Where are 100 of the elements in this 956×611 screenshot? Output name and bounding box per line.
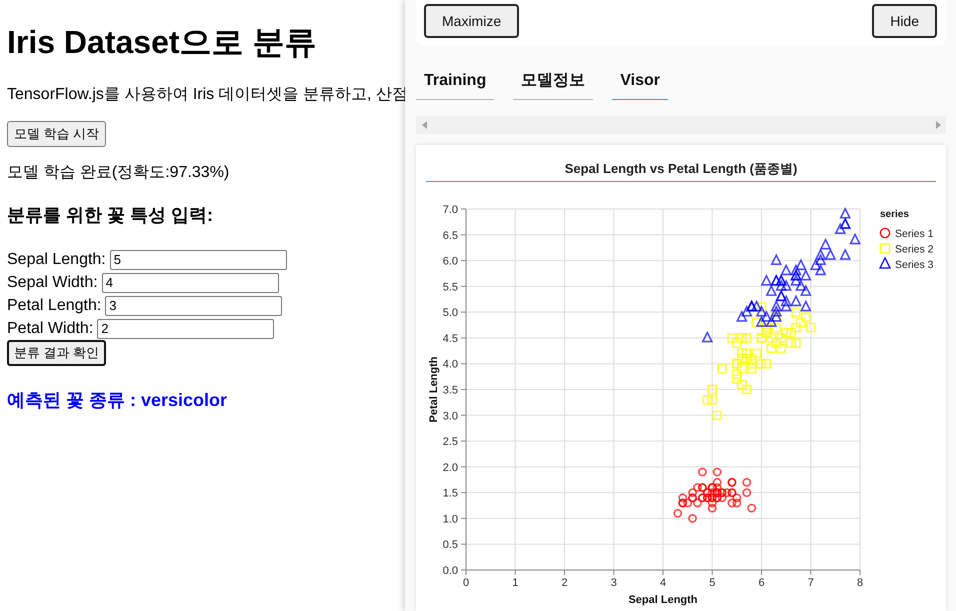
circle-marker [732, 493, 742, 502]
axis-tick-label: 1 [512, 577, 518, 589]
text-input-field[interactable]: 4 [102, 272, 279, 292]
axis-tick-label: 1.5 [442, 488, 458, 500]
axis-tick-label: 3.0 [442, 410, 458, 422]
triangle-marker [800, 300, 812, 312]
scroll-right-icon[interactable] [936, 121, 941, 129]
square-marker [771, 312, 782, 322]
square-marker [801, 312, 811, 322]
horizontal-scrollbar[interactable] [416, 116, 946, 134]
square-marker [776, 343, 786, 354]
axis-tick-label: 6 [758, 577, 765, 589]
triangle-marker [780, 294, 792, 306]
axis-tick-label: 2.5 [442, 436, 458, 448]
axis-tick-label: 5.0 [442, 307, 458, 320]
square-marker [707, 395, 718, 405]
axis-tick-label: 6.0 [442, 256, 458, 268]
square-marker [762, 328, 772, 338]
square-marker [732, 338, 742, 348]
square-marker [806, 322, 816, 332]
scroll-left-icon[interactable] [422, 121, 427, 129]
circle-marker [678, 493, 688, 502]
triangle-marker [810, 258, 822, 270]
circle-marker [722, 488, 732, 498]
axis-tick-label: 4.5 [442, 332, 458, 345]
triangle-marker [780, 264, 792, 276]
axis-tick-label: 8 [856, 577, 864, 589]
circle-marker [718, 493, 726, 502]
text-input-field[interactable]: 5 [110, 250, 287, 270]
square-marker [756, 302, 766, 312]
triangle-marker [839, 206, 852, 219]
square-marker [796, 318, 806, 328]
square-marker [791, 307, 801, 317]
text-input-field[interactable]: 3 [105, 296, 282, 316]
triangle-marker [849, 232, 861, 244]
square-marker [746, 354, 756, 364]
axis-tick-label: 3 [610, 577, 617, 589]
square-marker [791, 338, 801, 348]
tab[interactable]: Visor [612, 66, 668, 100]
axis-tick-label: 4.0 [442, 358, 458, 371]
status-text: 모델 학습 완료(정확도:97.33%) [7, 163, 230, 183]
field-label: Petal Width: [7, 318, 94, 338]
circle-marker [728, 498, 736, 508]
maximize-button[interactable]: Maximize [424, 4, 520, 38]
square-marker [732, 374, 742, 384]
y-axis-title: Petal Length [428, 356, 440, 422]
triangle-marker [770, 310, 782, 322]
square-marker [732, 369, 742, 379]
tab[interactable]: 모델정보 [513, 66, 594, 100]
triangle-marker [814, 264, 826, 276]
circle-marker [673, 508, 682, 518]
circle-marker [742, 488, 752, 498]
legend-label: Series 3 [895, 259, 934, 271]
hide-button[interactable]: Hide [872, 4, 937, 38]
triangle-marker [760, 274, 772, 286]
legend-label: Series 1 [895, 228, 934, 240]
axis-tick-label: 7 [808, 577, 814, 589]
square-marker [771, 338, 782, 348]
circle-marker [688, 488, 697, 498]
square-marker [746, 364, 756, 374]
circle-marker [742, 478, 752, 487]
triangle-marker [780, 300, 792, 312]
tab[interactable]: Training [416, 66, 494, 100]
text-input-field[interactable]: 2 [97, 318, 274, 338]
square-marker [737, 333, 747, 343]
field-label: Sepal Length: [7, 250, 106, 270]
circle-marker [712, 483, 722, 492]
square-marker [762, 358, 772, 369]
square-marker [781, 328, 791, 338]
triangle-marker [780, 279, 792, 291]
triangle-marker [775, 279, 787, 291]
axis-tick-label: 4 [660, 577, 666, 589]
square-marker [791, 322, 801, 332]
legend-label: Series 2 [895, 244, 934, 256]
axis-tick-label: 6.5 [442, 230, 458, 242]
triangle-marker [736, 310, 748, 322]
square-marker [742, 333, 752, 343]
triangle-marker [800, 284, 812, 296]
triangle-marker [760, 310, 772, 322]
axis-tick-label: 1.0 [442, 513, 458, 526]
triangle-marker [790, 264, 802, 276]
square-marker [756, 358, 766, 369]
square-marker [727, 333, 737, 343]
axis-tick-label: 2.0 [442, 462, 458, 474]
triangle-marker [839, 248, 852, 260]
axis-tick-label: 7.0 [442, 204, 458, 216]
circle-marker [747, 504, 756, 513]
triangle-marker [750, 300, 762, 312]
triangle-marker [795, 279, 807, 291]
circle-marker [683, 498, 692, 508]
check-result-button[interactable]: 분류 결과 확인 [7, 340, 106, 366]
circle-marker [708, 488, 717, 498]
triangle-marker [770, 253, 782, 265]
train-model-button[interactable]: 모델 학습 시작 [7, 121, 106, 147]
square-marker [737, 354, 747, 364]
square-marker [766, 333, 776, 343]
square-marker [786, 338, 796, 348]
square-marker [776, 333, 786, 343]
triangle-marker [795, 258, 807, 270]
triangle-marker [790, 274, 802, 286]
